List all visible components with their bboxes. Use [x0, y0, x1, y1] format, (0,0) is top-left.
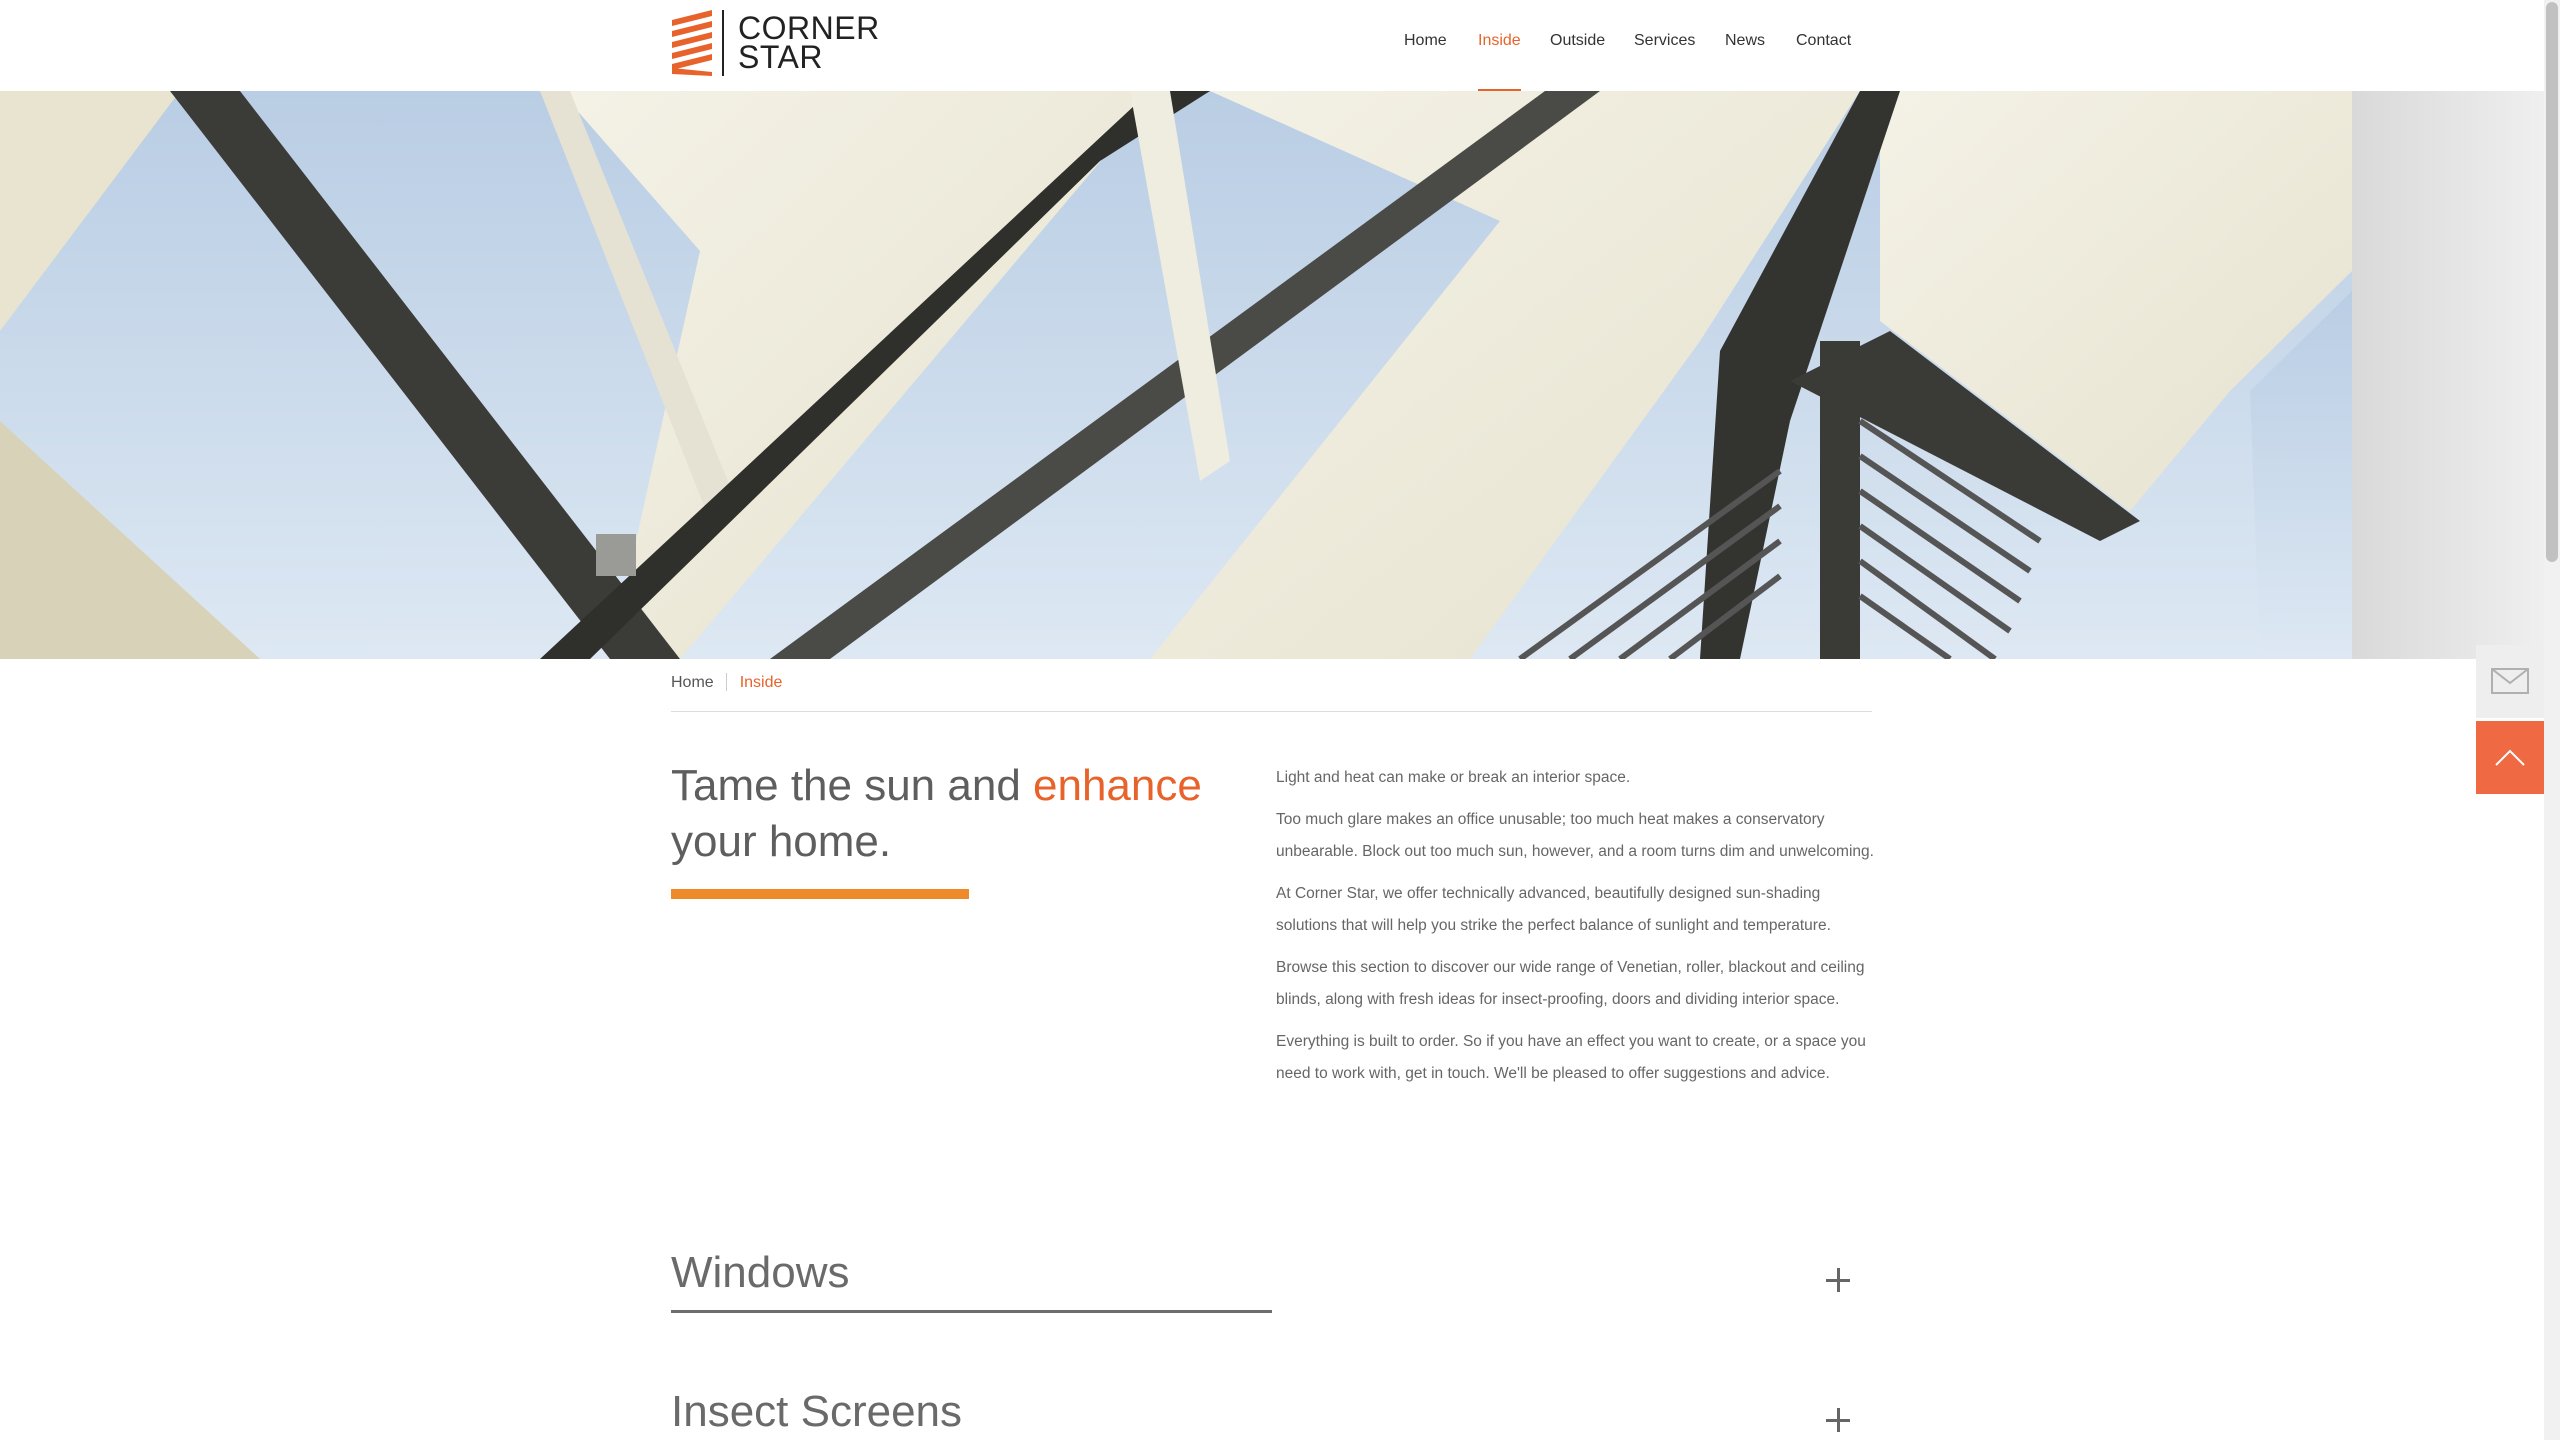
headline-part-1: Tame the sun and — [671, 761, 1034, 810]
nav-item-news[interactable]: News — [1725, 32, 1765, 50]
nav-item-home[interactable]: Home — [1404, 32, 1447, 50]
breadcrumb-home[interactable]: Home — [671, 674, 714, 692]
breadcrumb: Home Inside — [671, 673, 782, 692]
nav-item-outside[interactable]: Outside — [1550, 32, 1605, 50]
brand-wordmark: CORNER STAR — [738, 12, 880, 75]
back-to-top-button[interactable] — [2476, 721, 2544, 794]
plus-icon[interactable] — [1826, 1268, 1850, 1292]
intro-paragraph: Everything is built to order. So if you … — [1276, 1033, 1866, 1082]
brand-line-2: STAR — [738, 39, 823, 75]
chevron-up-icon — [2495, 749, 2525, 766]
accordion-title-insect-screens[interactable]: Insect Screens — [671, 1387, 962, 1437]
conservatory-roof-blinds-image — [0, 91, 2544, 659]
breadcrumb-separator — [725, 673, 727, 691]
stacked-bars-logo-icon — [672, 10, 724, 76]
envelope-icon — [2491, 668, 2529, 694]
breadcrumb-divider — [671, 711, 1872, 712]
page-headline: Tame the sun and enhance your home. — [671, 758, 1231, 870]
site-logo[interactable]: CORNER STAR — [670, 10, 880, 78]
headline-accent-bar — [671, 889, 969, 899]
nav-item-contact[interactable]: Contact — [1796, 32, 1851, 50]
intro-paragraph: Light and heat can make or break an inte… — [1276, 769, 1631, 786]
accordion-underline — [671, 1310, 1272, 1313]
nav-item-inside[interactable]: Inside — [1478, 32, 1521, 50]
hero-banner — [0, 91, 2544, 659]
plus-icon[interactable] — [1826, 1408, 1850, 1432]
accordion-title-windows[interactable]: Windows — [671, 1248, 850, 1298]
breadcrumb-current: Inside — [739, 674, 783, 691]
intro-paragraph: Browse this section to discover our wide… — [1276, 959, 1865, 1008]
contact-mail-button[interactable] — [2476, 645, 2544, 718]
site-header: CORNER STAR Home Inside Outside Services… — [0, 0, 2544, 92]
intro-copy: Light and heat can make or break an inte… — [1276, 762, 1876, 1100]
nav-item-services[interactable]: Services — [1634, 32, 1695, 50]
scrollbar-thumb[interactable] — [2546, 2, 2558, 562]
intro-paragraph: At Corner Star, we offer technically adv… — [1276, 885, 1831, 934]
intro-paragraph: Too much glare makes an office unusable;… — [1276, 811, 1874, 860]
headline-part-2: your home. — [671, 817, 892, 866]
headline-accent: enhance — [1033, 761, 1202, 810]
